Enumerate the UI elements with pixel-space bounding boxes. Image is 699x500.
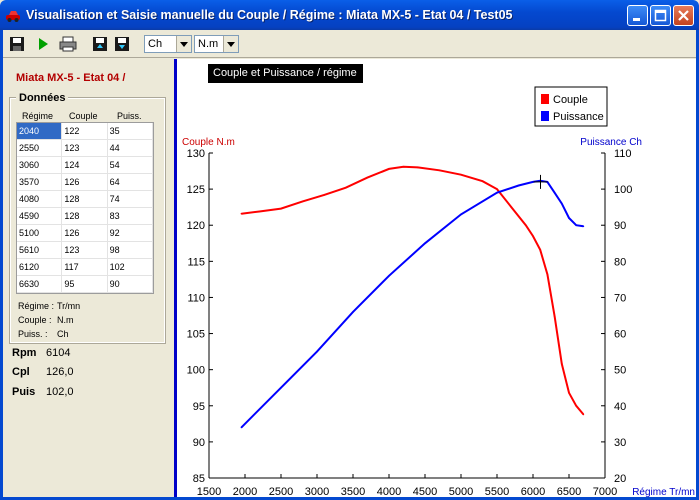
data-point: [460, 173, 462, 176]
right-axis-label: Puissance Ch: [580, 137, 642, 148]
data-point: [517, 184, 520, 187]
x-tick-label: 6500: [557, 486, 581, 498]
left-tick-label: 85: [193, 473, 205, 485]
data-point: [258, 210, 261, 213]
right-tick-label: 90: [614, 220, 626, 232]
x-tick-label: 4000: [377, 486, 401, 498]
data-point: [496, 188, 498, 190]
data-point: [553, 191, 556, 194]
data-point: [424, 242, 426, 245]
data-point: [323, 194, 326, 196]
x-axis-label: Régime Tr/mn: [632, 487, 695, 498]
legend-swatch: [541, 111, 549, 121]
left-tick-label: 130: [187, 148, 205, 160]
right-tick-label: 40: [614, 401, 626, 413]
left-tick-label: 105: [187, 329, 205, 341]
data-point: [280, 207, 282, 210]
legend-label: Couple: [553, 94, 588, 106]
data-point: [582, 413, 585, 416]
data-point: [388, 274, 390, 277]
left-tick-label: 115: [187, 256, 205, 268]
data-point: [280, 386, 282, 389]
right-tick-label: 20: [614, 473, 626, 485]
data-point: [532, 235, 534, 237]
x-tick-label: 3000: [305, 486, 329, 498]
data-point: [402, 165, 405, 168]
data-point: [496, 191, 498, 194]
left-tick-label: 95: [193, 401, 205, 413]
left-tick-label: 110: [187, 292, 205, 304]
data-point: [366, 176, 369, 179]
data-point: [345, 186, 347, 189]
right-tick-label: 30: [614, 437, 626, 449]
x-tick-label: 3500: [341, 486, 365, 498]
left-tick-label: 100: [187, 365, 205, 377]
x-tick-label: 2500: [269, 486, 293, 498]
data-point: [568, 217, 570, 219]
x-tick-label: 2000: [233, 486, 257, 498]
right-tick-label: 60: [614, 329, 626, 341]
data-point: [539, 248, 541, 251]
chart-svg[interactable]: 85 90 95 100 105 110 115 120 125 130 20 30 40 50 60 70 8…: [0, 0, 699, 500]
data-point: [481, 180, 484, 182]
left-tick-label: 125: [187, 184, 205, 196]
right-tick-label: 80: [614, 256, 626, 268]
right-tick-label: 100: [614, 184, 632, 196]
x-tick-label: 1500: [197, 486, 221, 498]
data-point: [575, 404, 577, 407]
data-point: [568, 391, 570, 394]
data-point: [388, 168, 390, 170]
data-point: [553, 315, 556, 318]
right-tick-label: 50: [614, 365, 626, 377]
data-point: [301, 200, 304, 203]
left-tick-label: 120: [187, 220, 205, 232]
data-point: [510, 206, 513, 208]
x-tick-label: 5000: [449, 486, 473, 498]
left-axis-label: Couple N.m: [182, 137, 235, 148]
x-tick-label: 7000: [593, 486, 617, 498]
right-tick-label: 70: [614, 292, 626, 304]
data-point: [561, 202, 563, 205]
data-point: [575, 224, 577, 227]
left-tick-label: 90: [193, 437, 205, 449]
data-point: [460, 213, 462, 216]
x-tick-label: 6000: [521, 486, 545, 498]
data-point: [582, 225, 585, 228]
data-point: [438, 169, 441, 172]
x-tick-label: 5500: [485, 486, 509, 498]
data-point: [561, 363, 563, 365]
data-point: [316, 350, 318, 353]
data-point: [546, 273, 549, 276]
x-tick-label: 4500: [413, 486, 437, 498]
series-line-puissance: [240, 179, 584, 429]
legend-swatch: [541, 94, 549, 104]
data-point: [417, 166, 419, 169]
data-point: [240, 212, 243, 215]
data-point: [525, 224, 527, 227]
right-tick-label: 110: [614, 148, 632, 160]
data-point: [240, 426, 243, 429]
data-point: [352, 311, 354, 313]
legend-label: Puissance: [553, 111, 604, 123]
